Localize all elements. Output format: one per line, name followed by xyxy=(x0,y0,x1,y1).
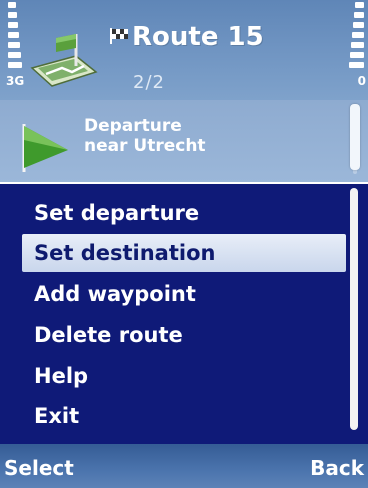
route-info-line2: near Utrecht xyxy=(84,136,206,156)
menu-scrollbar[interactable] xyxy=(350,188,358,434)
info-scrollbar[interactable] xyxy=(350,104,360,174)
select-softkey[interactable]: Select xyxy=(4,456,74,480)
network-type-label: 3G xyxy=(6,74,25,88)
signal-strength-icon xyxy=(8,2,22,72)
green-flag-icon xyxy=(22,124,68,172)
back-softkey[interactable]: Back xyxy=(310,456,364,480)
menu-item-add-waypoint[interactable]: Add waypoint xyxy=(22,275,346,313)
info-scrollbar-thumb[interactable] xyxy=(350,104,360,170)
menu-item-set-departure[interactable]: Set departure xyxy=(22,194,346,232)
menu-item-exit[interactable]: Exit xyxy=(22,397,346,435)
menu-item-set-destination[interactable]: Set destination xyxy=(22,234,346,272)
battery-icon xyxy=(348,2,364,72)
route-map-icon xyxy=(30,34,98,87)
route-info-line1: Departure xyxy=(84,116,182,136)
menu-item-help[interactable]: Help xyxy=(22,357,346,395)
checkered-flag-icon xyxy=(110,28,128,44)
route-title: Route 15 xyxy=(132,22,264,52)
phone-screen: 3G 0 Route 15 2/2 Departure near Utrecht xyxy=(0,0,368,488)
page-indicator: 2/2 xyxy=(133,72,165,93)
menu-item-delete-route[interactable]: Delete route xyxy=(22,316,346,354)
menu-scrollbar-thumb[interactable] xyxy=(350,188,358,430)
battery-label: 0 xyxy=(357,74,366,88)
